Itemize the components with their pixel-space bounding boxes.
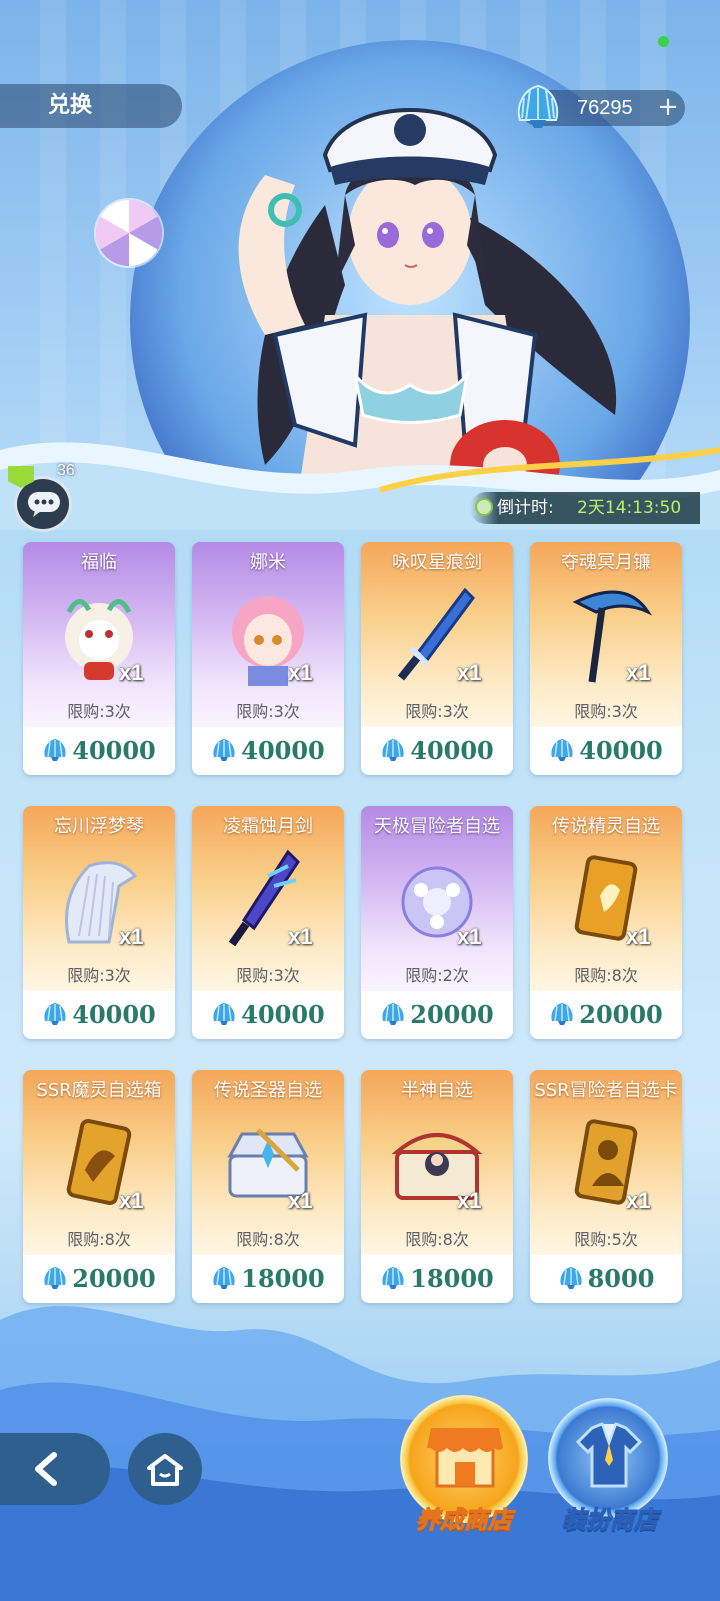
buy-price-button[interactable]: 40000 (361, 727, 513, 775)
purchase-limit: 限购:8次 (405, 1230, 469, 1249)
item-quantity: x1 (626, 660, 651, 685)
event-banner (0, 0, 720, 530)
shell-currency-icon (382, 1002, 404, 1025)
shell-currency-icon (517, 84, 559, 128)
buy-price-button[interactable]: 20000 (361, 991, 513, 1039)
status-indicator-dot (658, 36, 669, 47)
price-value: 40000 (241, 1000, 325, 1029)
price-value: 20000 (579, 1000, 663, 1029)
shell-currency-icon (551, 1002, 573, 1025)
chevron-left-icon (35, 1452, 57, 1486)
shell-currency-icon (382, 738, 404, 761)
item-quantity: x1 (119, 660, 144, 685)
shell-currency-icon (551, 738, 573, 761)
item-name: 半神自选 (401, 1080, 473, 1101)
item-card[interactable]: 天极冒险者自选 x1 限购:2次 20000 (361, 806, 513, 1039)
item-quantity: x1 (457, 1188, 482, 1213)
item-name: 夺魂冥月镰 (561, 552, 651, 573)
item-card[interactable]: SSR冒险者自选卡 x1 限购:5次 8000 (530, 1070, 682, 1303)
price-value: 40000 (72, 736, 156, 765)
countdown-value: 2天14:13:50 (577, 498, 682, 518)
shell-currency-icon (213, 1002, 235, 1025)
purchase-limit: 限购:3次 (236, 702, 300, 721)
add-currency-button[interactable]: + (656, 90, 680, 126)
purchase-limit: 限购:8次 (236, 1230, 300, 1249)
buy-price-button[interactable]: 40000 (530, 727, 682, 775)
item-name: SSR冒险者自选卡 (534, 1080, 678, 1101)
item-name: 传说圣器自选 (214, 1080, 322, 1101)
buy-price-button[interactable]: 40000 (192, 991, 344, 1039)
item-name: 咏叹星痕剑 (392, 552, 482, 573)
item-name: 福临 (81, 552, 117, 573)
item-name: 忘川浮梦琴 (54, 816, 144, 837)
shell-currency-icon (213, 738, 235, 761)
item-quantity: x1 (626, 924, 651, 949)
item-quantity: x1 (457, 924, 482, 949)
dress-up-shop-label: 装扮商店 (562, 1506, 659, 1535)
item-quantity: x1 (288, 1188, 313, 1213)
item-quantity: x1 (288, 660, 313, 685)
chat-unread-count: 36 (57, 462, 75, 479)
item-name: 天极冒险者自选 (374, 816, 500, 837)
purchase-limit: 限购:8次 (574, 966, 638, 985)
price-value: 40000 (72, 1000, 156, 1029)
item-name: 凌霜蚀月剑 (223, 816, 313, 837)
currency-amount: 76295 (577, 97, 633, 119)
item-quantity: x1 (457, 660, 482, 685)
purchase-limit: 限购:3次 (574, 702, 638, 721)
outfit-shirt-icon (575, 1422, 643, 1488)
exchange-shop-screen: 兑换 76295 + 36 倒计时: 2天14:13:50 福临 x1 限购:3… (0, 0, 720, 1601)
item-card[interactable]: 福临 x1 限购:3次 40000 (23, 542, 175, 775)
item-card[interactable]: 传说圣器自选 x1 限购:8次 18000 (192, 1070, 344, 1303)
shell-currency-icon (44, 1002, 66, 1025)
item-card[interactable]: 娜米 x1 限购:3次 40000 (192, 542, 344, 775)
home-icon (147, 1454, 183, 1486)
purchase-limit: 限购:3次 (236, 966, 300, 985)
item-card[interactable]: 凌霜蚀月剑 x1 限购:3次 40000 (192, 806, 344, 1039)
buy-price-button[interactable]: 40000 (23, 727, 175, 775)
clock-icon (475, 498, 493, 516)
purchase-limit: 限购:3次 (405, 702, 469, 721)
price-value: 40000 (579, 736, 663, 765)
countdown-label: 倒计时: (497, 498, 554, 518)
buy-price-button[interactable]: 40000 (23, 991, 175, 1039)
shell-currency-icon (44, 738, 66, 761)
purchase-limit: 限购:2次 (405, 966, 469, 985)
price-value: 20000 (410, 1000, 494, 1029)
purchase-limit: 限购:5次 (574, 1230, 638, 1249)
item-name: 传说精灵自选 (552, 816, 660, 837)
price-value: 40000 (410, 736, 494, 765)
page-title: 兑换 (0, 84, 182, 128)
purchase-limit: 限购:3次 (67, 702, 131, 721)
item-quantity: x1 (288, 924, 313, 949)
buy-price-button[interactable]: 20000 (530, 991, 682, 1039)
chat-bubble-icon (28, 492, 60, 517)
price-value: 40000 (241, 736, 325, 765)
item-quantity: x1 (119, 1188, 144, 1213)
purchase-limit: 限购:8次 (67, 1230, 131, 1249)
item-name: 娜米 (250, 552, 286, 573)
item-card[interactable]: 咏叹星痕剑 x1 限购:3次 40000 (361, 542, 513, 775)
item-card[interactable]: 传说精灵自选 x1 限购:8次 20000 (530, 806, 682, 1039)
item-card[interactable]: SSR魔灵自选箱 x1 限购:8次 20000 (23, 1070, 175, 1303)
item-card[interactable]: 夺魂冥月镰 x1 限购:3次 40000 (530, 542, 682, 775)
buy-price-button[interactable]: 40000 (192, 727, 344, 775)
item-card[interactable]: 半神自选 x1 限购:8次 18000 (361, 1070, 513, 1303)
purchase-limit: 限购:3次 (67, 966, 131, 985)
item-name: SSR魔灵自选箱 (36, 1080, 162, 1101)
cultivate-shop-label: 养成商店 (416, 1506, 513, 1535)
shop-storefront-icon (427, 1428, 503, 1488)
item-card[interactable]: 忘川浮梦琴 x1 限购:3次 40000 (23, 806, 175, 1039)
item-quantity: x1 (119, 924, 144, 949)
beach-ball-icon (96, 200, 162, 266)
item-quantity: x1 (626, 1188, 651, 1213)
